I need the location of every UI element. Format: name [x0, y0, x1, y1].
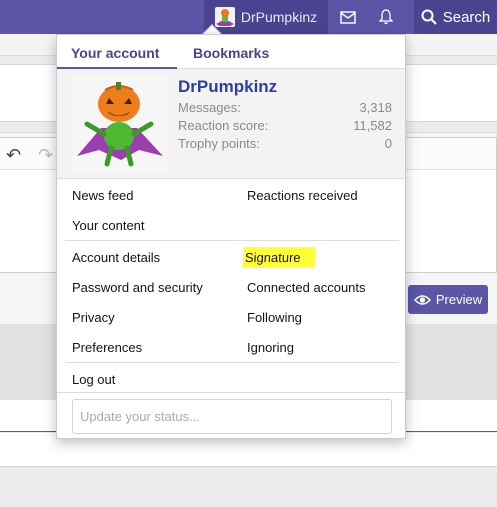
- user-avatar-small: [214, 7, 235, 27]
- stat-value: 0: [384, 136, 392, 151]
- inbox-icon[interactable]: [330, 0, 366, 34]
- link-account-details[interactable]: Account details: [72, 250, 160, 265]
- link-password-security[interactable]: Password and security: [72, 280, 203, 295]
- stat-value: 11,582: [353, 118, 392, 133]
- search-label: Search: [442, 8, 491, 26]
- link-preferences[interactable]: Preferences: [72, 340, 142, 355]
- menu-divider: [65, 362, 399, 363]
- stat-label: Reaction score:: [178, 118, 269, 133]
- nav-username: DrPumpkinz: [240, 9, 318, 25]
- stat-trophy-points: Trophy points: 0: [178, 136, 392, 151]
- avatar[interactable]: [71, 76, 167, 172]
- eye-icon: [413, 294, 431, 305]
- signature-label-highlighted: Signature: [242, 247, 316, 268]
- link-signature[interactable]: Signature: [242, 247, 316, 268]
- menu-tabs: Your account Bookmarks: [57, 35, 405, 70]
- link-news-feed[interactable]: News feed: [72, 188, 133, 203]
- link-following[interactable]: Following: [247, 310, 302, 325]
- preview-label: Preview: [435, 292, 483, 307]
- nav-user-account[interactable]: DrPumpkinz: [204, 0, 328, 34]
- redo-icon[interactable]: ↷: [38, 145, 53, 166]
- tab-your-account[interactable]: Your account: [71, 45, 159, 61]
- stat-label: Trophy points:: [178, 136, 260, 151]
- link-privacy[interactable]: Privacy: [72, 310, 115, 325]
- link-connected-accounts[interactable]: Connected accounts: [247, 280, 366, 295]
- profile-summary: DrPumpkinz Messages: 3,318 Reaction scor…: [57, 69, 405, 179]
- top-navigation-bar: DrPumpkinz Search: [0, 0, 497, 34]
- bell-icon[interactable]: [368, 0, 404, 34]
- status-update-input[interactable]: [72, 399, 392, 434]
- undo-icon[interactable]: ↶: [6, 145, 21, 166]
- profile-username-link[interactable]: DrPumpkinz: [178, 77, 277, 97]
- stat-value: 3,318: [359, 100, 392, 115]
- menu-divider: [65, 240, 399, 241]
- link-log-out[interactable]: Log out: [72, 372, 115, 387]
- link-reactions-received[interactable]: Reactions received: [247, 188, 358, 203]
- account-dropdown-menu: Your account Bookmarks DrPumpkinz Messag…: [56, 34, 406, 439]
- link-ignoring[interactable]: Ignoring: [247, 340, 294, 355]
- link-your-content[interactable]: Your content: [72, 218, 145, 233]
- search-icon: [421, 9, 437, 25]
- nav-search-button[interactable]: Search: [414, 0, 497, 34]
- stat-messages: Messages: 3,318: [178, 100, 392, 115]
- stat-reaction-score: Reaction score: 11,582: [178, 118, 392, 133]
- stat-label: Messages:: [178, 100, 241, 115]
- menu-divider: [57, 392, 405, 393]
- tab-bookmarks[interactable]: Bookmarks: [193, 45, 269, 61]
- preview-button[interactable]: Preview: [408, 285, 488, 314]
